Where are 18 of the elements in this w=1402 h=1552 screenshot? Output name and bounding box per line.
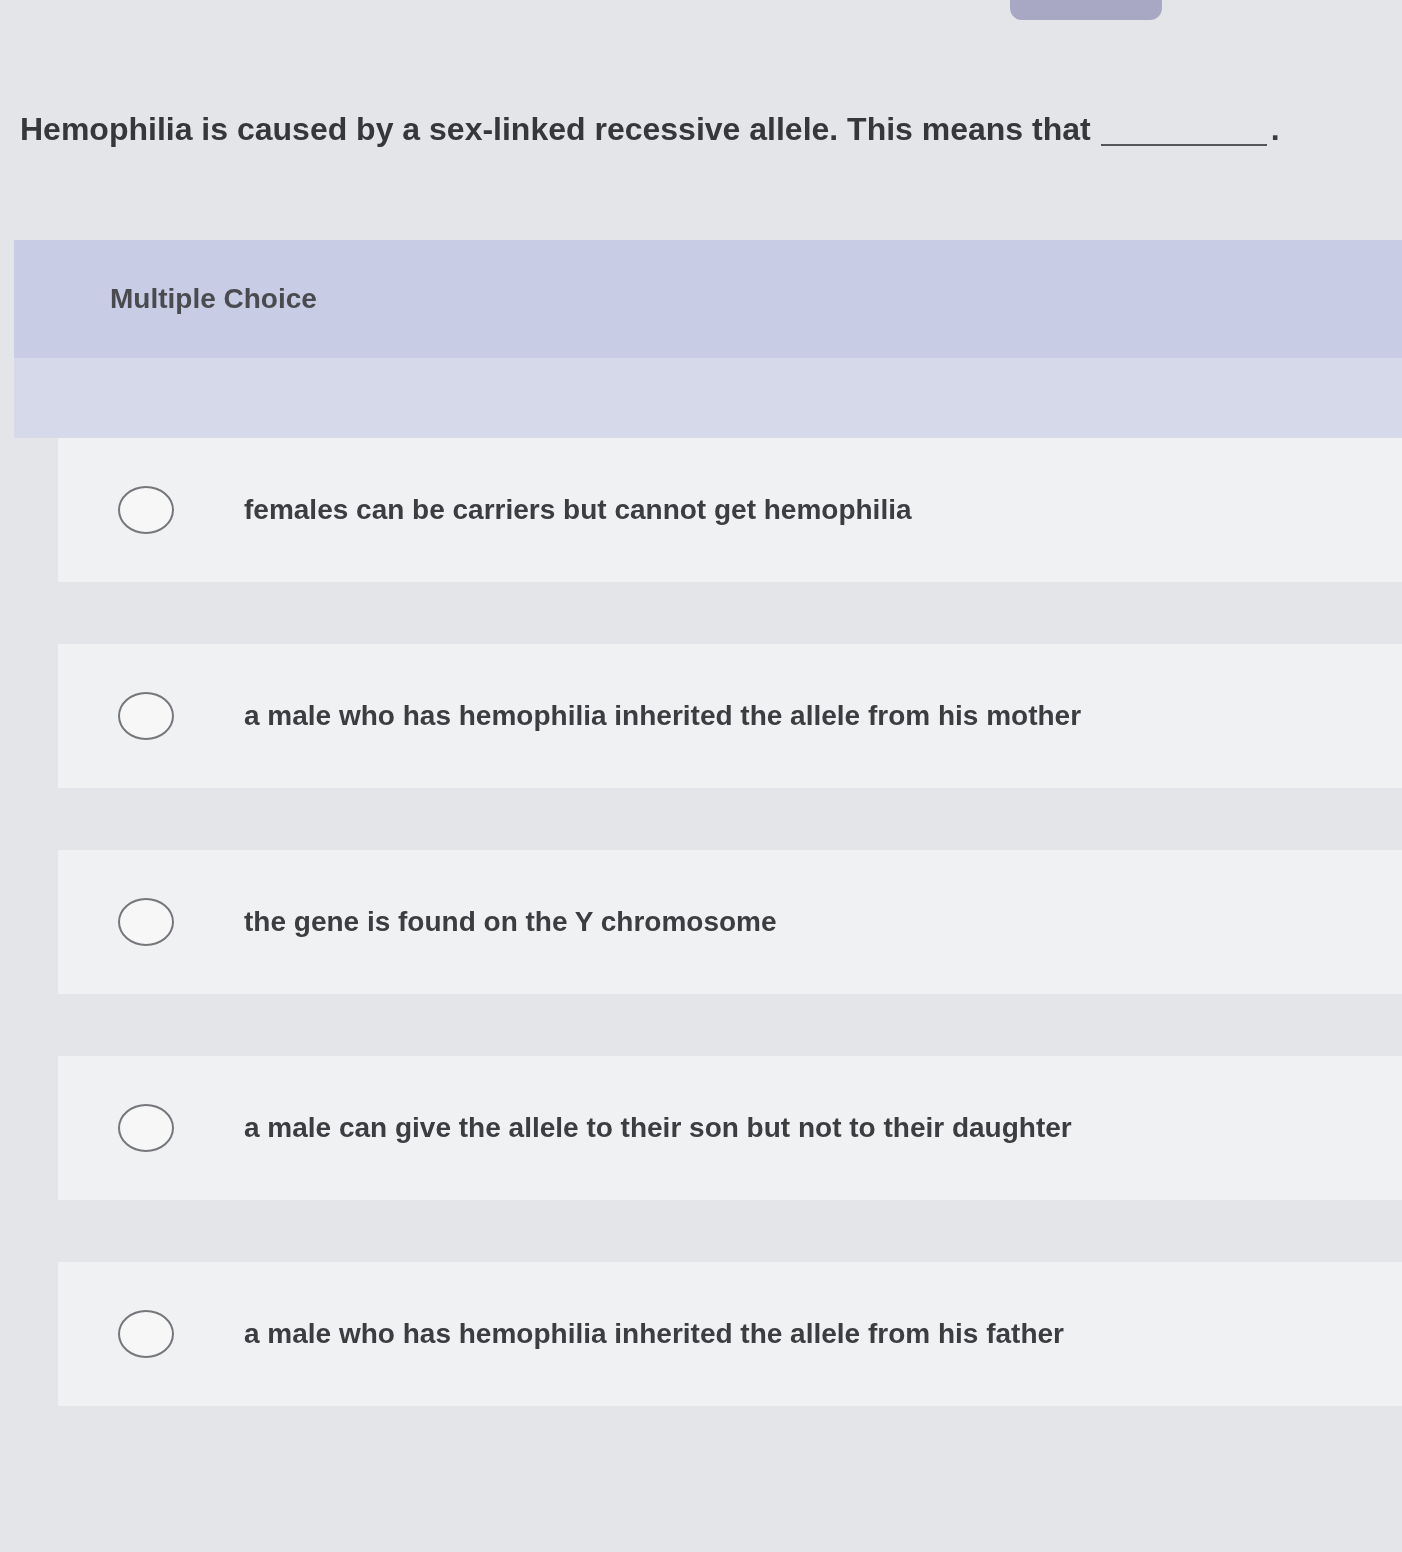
question-period: . [1270,110,1280,149]
radio-button[interactable] [118,1310,174,1358]
radio-button[interactable] [118,898,174,946]
radio-button[interactable] [118,692,174,740]
option-label: a male can give the allele to their son but not to their daughter [244,1112,1072,1144]
answer-option[interactable]: the gene is found on the Y chromosome [58,850,1402,994]
answer-option[interactable]: a male can give the allele to their son but not to their daughter [58,1056,1402,1200]
answer-option[interactable]: a male who has hemophilia inherited the allele from his father [58,1262,1402,1406]
question-text: Hemophilia is caused by a sex-linked recessive allele. This means that [20,110,1091,149]
radio-button[interactable] [118,1104,174,1152]
answer-option[interactable]: females can be carriers but cannot get hemophilia [58,438,1402,582]
option-label: females can be carriers but cannot get hemophilia [244,494,912,526]
answer-option[interactable]: a male who has hemophilia inherited the allele from his mother [58,644,1402,788]
option-label: a male who has hemophilia inherited the allele from his mother [244,700,1082,732]
section-title: Multiple Choice [110,283,317,315]
radio-button[interactable] [118,486,174,534]
option-label: the gene is found on the Y chromosome [244,906,777,938]
option-label: a male who has hemophilia inherited the allele from his father [244,1318,1064,1350]
